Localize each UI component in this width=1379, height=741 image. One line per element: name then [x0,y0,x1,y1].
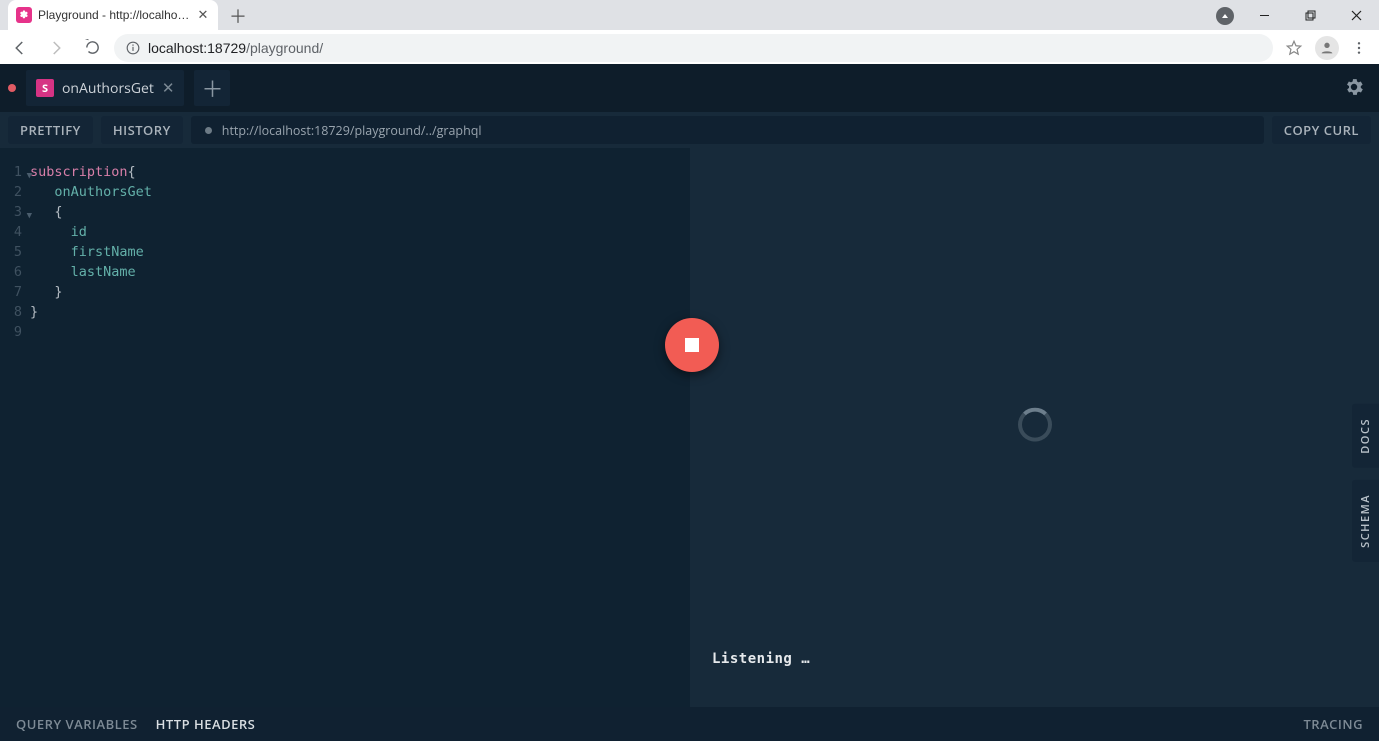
back-button[interactable] [6,34,34,62]
forward-button[interactable] [42,34,70,62]
new-playground-tab-button[interactable]: ＋ [194,70,230,106]
window-controls [1241,0,1379,30]
docs-tab[interactable]: DOCS [1352,404,1379,468]
endpoint-url: http://localhost:18729/playground/../gra… [222,122,482,139]
extension-badge-icon[interactable] [1216,7,1234,25]
playground-tab-title: onAuthorsGet [62,79,154,98]
new-browser-tab-button[interactable]: ＋ [224,2,252,30]
playground-app: S onAuthorsGet ✕ ＋ PRETTIFY HISTORY http… [0,64,1379,741]
bottom-bar: QUERY VARIABLES HTTP HEADERS TRACING [0,707,1379,741]
playground-tab-bar: S onAuthorsGet ✕ ＋ [0,64,1379,112]
schema-tab[interactable]: SCHEMA [1352,480,1379,562]
stop-execution-button[interactable] [665,318,719,372]
profile-avatar-icon[interactable] [1315,36,1339,60]
settings-button[interactable] [1339,72,1369,102]
browser-tab[interactable]: ✽ Playground - http://localhost:187 ✕ [8,0,218,30]
close-tab-icon[interactable]: ✕ [196,8,210,22]
graphql-favicon-icon: ✽ [16,7,32,23]
endpoint-input[interactable]: http://localhost:18729/playground/../gra… [191,116,1264,144]
playground-tab[interactable]: S onAuthorsGet ✕ [26,70,184,106]
browser-menu-icon[interactable] [1351,40,1367,56]
playground-toolbar: PRETTIFY HISTORY http://localhost:18729/… [0,112,1379,148]
loading-spinner-icon [1018,407,1052,441]
restore-window-button[interactable] [1287,0,1333,30]
site-info-icon[interactable] [126,41,140,55]
tracing-tab[interactable]: TRACING [1303,715,1363,733]
bookmark-star-icon[interactable] [1285,39,1303,57]
subscription-badge-icon: S [36,79,54,97]
history-button[interactable]: HISTORY [101,116,183,144]
reload-button[interactable] [78,34,106,62]
prettify-button[interactable]: PRETTIFY [8,116,93,144]
query-editor[interactable]: 1▼subscription{2 onAuthorsGet3▼ {4 id5 f… [0,148,690,707]
close-playground-tab-icon[interactable]: ✕ [162,78,175,98]
close-window-button[interactable] [1333,0,1379,30]
query-variables-tab[interactable]: QUERY VARIABLES [16,715,138,733]
unsaved-indicator-icon [8,84,16,92]
copy-curl-button[interactable]: COPY CURL [1272,116,1371,144]
endpoint-status-icon [205,127,212,134]
browser-toolbar: localhost:18729/playground/ [0,30,1379,64]
stop-icon [685,338,699,352]
browser-chrome: ✽ Playground - http://localhost:187 ✕ ＋ [0,0,1379,64]
minimize-window-button[interactable] [1241,0,1287,30]
query-editor-code[interactable]: 1▼subscription{2 onAuthorsGet3▼ {4 id5 f… [0,148,690,342]
result-pane: Listening … [690,148,1379,707]
subscription-status: Listening … [712,651,810,667]
side-tabs: DOCS SCHEMA [1352,404,1379,562]
browser-tab-strip: ✽ Playground - http://localhost:187 ✕ ＋ [0,0,1379,30]
address-bar[interactable]: localhost:18729/playground/ [114,34,1273,62]
playground-main: 1▼subscription{2 onAuthorsGet3▼ {4 id5 f… [0,148,1379,707]
browser-tab-title: Playground - http://localhost:187 [38,8,190,22]
address-url: localhost:18729/playground/ [148,40,323,56]
http-headers-tab[interactable]: HTTP HEADERS [156,715,256,733]
toolbar-right [1285,36,1367,60]
